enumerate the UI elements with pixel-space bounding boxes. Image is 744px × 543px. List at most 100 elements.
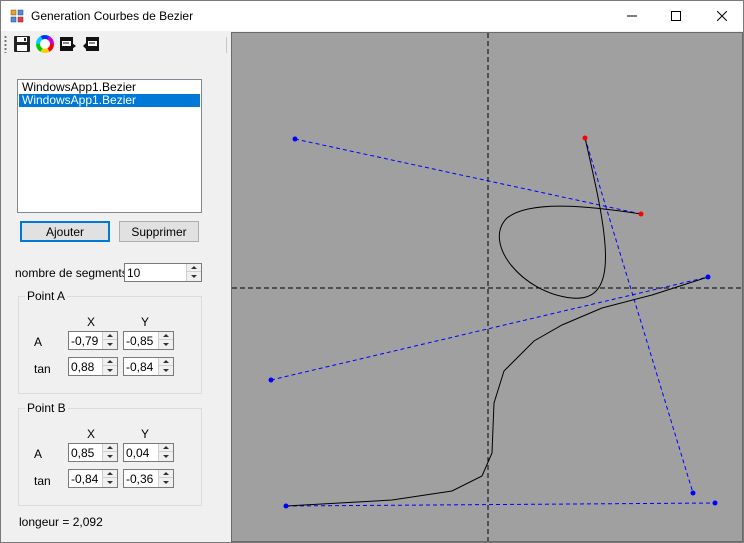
spin-down-button[interactable] bbox=[187, 272, 201, 280]
spin-up-button[interactable] bbox=[159, 444, 173, 452]
point-b-y-stepper[interactable]: 0,04 bbox=[123, 443, 174, 462]
color-wheel-icon[interactable] bbox=[36, 35, 54, 53]
spin-up-button[interactable] bbox=[103, 470, 117, 478]
control-point[interactable] bbox=[292, 136, 298, 142]
stepper-buttons bbox=[158, 358, 173, 375]
stepper-buttons bbox=[158, 470, 173, 487]
spin-up-button[interactable] bbox=[187, 264, 201, 272]
point-a-tan-x-value: 0,88 bbox=[71, 360, 95, 374]
title-bar[interactable]: Generation Courbes de Bezier bbox=[1, 1, 743, 31]
stepper-buttons bbox=[102, 444, 117, 461]
stepper-buttons bbox=[102, 470, 117, 487]
point-b-x-stepper[interactable]: 0,85 bbox=[68, 443, 118, 462]
control-point[interactable] bbox=[268, 377, 274, 383]
bezier-curve[interactable] bbox=[285, 276, 709, 507]
spin-down-button[interactable] bbox=[159, 366, 173, 374]
app-icon bbox=[10, 9, 24, 23]
close-icon bbox=[717, 11, 727, 21]
arrow-down-icon bbox=[107, 342, 113, 346]
control-point[interactable] bbox=[712, 500, 718, 506]
bezier-drawing bbox=[232, 33, 742, 541]
arrow-up-icon bbox=[107, 334, 113, 337]
arrow-down-icon bbox=[163, 454, 169, 458]
stepper-buttons bbox=[102, 358, 117, 375]
spin-down-button[interactable] bbox=[159, 478, 173, 486]
point-a-tan-x-stepper[interactable]: 0,88 bbox=[68, 357, 118, 376]
arrow-up-icon bbox=[163, 334, 169, 337]
arrow-up-icon bbox=[163, 472, 169, 475]
arrow-up-icon bbox=[107, 446, 113, 449]
spin-down-button[interactable] bbox=[159, 340, 173, 348]
point-b-row-label: A bbox=[34, 447, 43, 461]
arrow-up-icon bbox=[107, 360, 113, 363]
arrow-up-icon bbox=[191, 266, 197, 269]
control-line bbox=[294, 138, 642, 215]
point-b-tan-row-label: tan bbox=[34, 474, 51, 488]
control-point[interactable] bbox=[690, 490, 696, 496]
csv-export-icon[interactable] bbox=[59, 35, 77, 53]
stepper-buttons bbox=[102, 332, 117, 349]
point-b-title: Point B bbox=[25, 401, 68, 415]
toolbar-grip[interactable] bbox=[4, 35, 7, 53]
spin-down-button[interactable] bbox=[103, 340, 117, 348]
spin-up-button[interactable] bbox=[103, 332, 117, 340]
spin-down-button[interactable] bbox=[103, 452, 117, 460]
arrow-down-icon bbox=[191, 274, 197, 278]
segments-label: nombre de segments bbox=[15, 266, 128, 280]
arrow-down-icon bbox=[163, 368, 169, 372]
spin-down-button[interactable] bbox=[103, 478, 117, 486]
list-item[interactable]: WindowsApp1.Bezier bbox=[19, 94, 200, 107]
control-line bbox=[285, 502, 716, 507]
point-a-x-stepper[interactable]: -0,79 bbox=[68, 331, 118, 350]
add-button[interactable]: Ajouter bbox=[20, 221, 110, 242]
drawing-canvas[interactable] bbox=[231, 32, 743, 542]
remove-button[interactable]: Supprimer bbox=[119, 221, 199, 242]
spin-up-button[interactable] bbox=[159, 470, 173, 478]
point-a-tan-y-stepper[interactable]: -0,84 bbox=[123, 357, 174, 376]
spin-down-button[interactable] bbox=[159, 452, 173, 460]
arrow-down-icon bbox=[163, 480, 169, 484]
point-b-y-value: 0,04 bbox=[126, 446, 150, 460]
point-a-y-stepper[interactable]: -0,85 bbox=[123, 331, 174, 350]
minimize-button[interactable] bbox=[609, 1, 655, 31]
toolbar-separator bbox=[226, 37, 227, 53]
point-a-tan-y-value: -0,84 bbox=[126, 360, 154, 374]
point-a-y-header: Y bbox=[141, 315, 150, 329]
point-b-tan-y-stepper[interactable]: -0,36 bbox=[123, 469, 174, 488]
maximize-icon bbox=[671, 11, 681, 21]
point-a-x-value: -0,79 bbox=[71, 334, 99, 348]
point-b-tan-y-value: -0,36 bbox=[126, 472, 154, 486]
csv-import-icon[interactable] bbox=[82, 35, 100, 53]
segments-value: 10 bbox=[127, 266, 141, 280]
arrow-up-icon bbox=[163, 360, 169, 363]
spin-down-button[interactable] bbox=[103, 366, 117, 374]
stepper-buttons bbox=[158, 444, 173, 461]
toolbar bbox=[1, 32, 229, 57]
spin-up-button[interactable] bbox=[159, 332, 173, 340]
point-b-y-header: Y bbox=[141, 427, 150, 441]
length-readout: longeur = 2,092 bbox=[19, 515, 103, 529]
curve-listbox[interactable]: WindowsApp1.Bezier WindowsApp1.Bezier bbox=[17, 79, 202, 213]
close-button[interactable] bbox=[699, 1, 743, 31]
bezier-curve[interactable] bbox=[498, 137, 642, 299]
spin-up-button[interactable] bbox=[103, 444, 117, 452]
point-b-tan-x-stepper[interactable]: -0,84 bbox=[68, 469, 118, 488]
control-point[interactable] bbox=[283, 503, 289, 509]
arrow-down-icon bbox=[107, 368, 113, 372]
arrow-down-icon bbox=[107, 454, 113, 458]
point-b-tan-x-value: -0,84 bbox=[71, 472, 99, 486]
maximize-button[interactable] bbox=[653, 1, 699, 31]
minimize-icon bbox=[627, 15, 637, 17]
control-point-selected[interactable] bbox=[638, 211, 644, 217]
spin-up-button[interactable] bbox=[159, 358, 173, 366]
control-point[interactable] bbox=[705, 274, 711, 280]
point-a-y-value: -0,85 bbox=[126, 334, 154, 348]
arrow-down-icon bbox=[107, 480, 113, 484]
window-title: Generation Courbes de Bezier bbox=[31, 9, 194, 23]
spin-up-button[interactable] bbox=[103, 358, 117, 366]
point-a-tan-row-label: tan bbox=[34, 362, 51, 376]
point-a-x-header: X bbox=[87, 315, 96, 329]
control-point-selected[interactable] bbox=[582, 135, 588, 141]
segments-stepper[interactable]: 10 bbox=[124, 263, 202, 282]
save-icon[interactable] bbox=[13, 35, 31, 53]
